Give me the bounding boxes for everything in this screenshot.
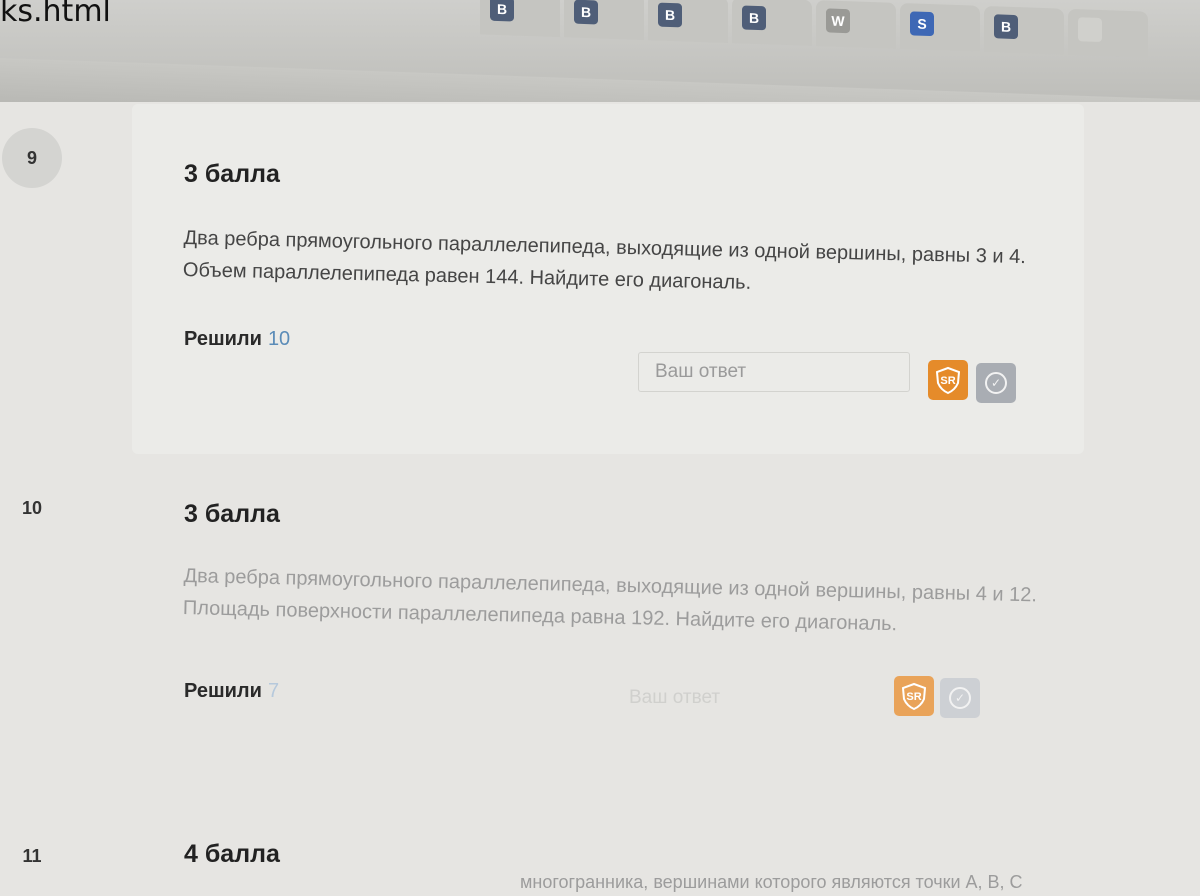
browser-tab[interactable]: W	[816, 0, 896, 49]
browser-tab[interactable]: B	[732, 0, 812, 46]
answer-input[interactable]	[638, 352, 910, 392]
task-number: 11	[22, 845, 42, 866]
task-number: 9	[2, 128, 62, 188]
browser-tab[interactable]: B	[480, 0, 560, 38]
check-icon: ✓	[985, 372, 1007, 394]
sr-shield-icon: SR	[901, 682, 927, 711]
tab-strip: B B B B W S B	[480, 0, 1148, 70]
solved-count: 10	[267, 328, 291, 350]
check-icon: ✓	[949, 687, 971, 709]
vk-tab-icon: B	[490, 0, 514, 22]
sr-button[interactable]: SR	[928, 360, 968, 400]
browser-chrome: ks.html B B B B W S B	[0, 0, 1200, 148]
vk-tab-icon: B	[658, 2, 682, 28]
browser-tab[interactable]: B	[564, 0, 644, 41]
vk-tab-icon: B	[742, 5, 766, 31]
solved-label: Решили	[184, 328, 262, 350]
solved-info: Решили 10	[184, 328, 290, 351]
solved-info: Решили 7	[184, 680, 279, 703]
new-tab[interactable]	[1068, 8, 1148, 58]
sr-shield-icon: SR	[935, 366, 961, 395]
task-question-partial: многогранника, вершинами которого являют…	[520, 872, 1023, 892]
sr-button[interactable]: SR	[894, 676, 934, 716]
wikipedia-tab-icon: W	[826, 8, 850, 34]
task-points: 4 балла	[184, 840, 280, 868]
url-text[interactable]: ks.html	[0, 0, 111, 29]
skype-tab-icon: S	[910, 11, 934, 37]
blank-tab-icon	[1078, 17, 1102, 43]
vk-tab-icon: B	[994, 14, 1018, 40]
browser-tab[interactable]: B	[984, 5, 1064, 55]
browser-tab[interactable]: S	[900, 3, 980, 52]
task-points: 3 балла	[184, 160, 280, 188]
task-number: 10	[21, 497, 43, 518]
sr-label: SR	[906, 691, 921, 703]
task-points: 3 балла	[184, 500, 280, 528]
solved-label: Решили	[184, 680, 262, 702]
vk-tab-icon: B	[574, 0, 598, 25]
check-answer-button[interactable]: ✓	[976, 363, 1016, 403]
check-answer-button[interactable]: ✓	[940, 678, 980, 718]
browser-tab[interactable]: B	[648, 0, 728, 43]
sr-label: SR	[940, 375, 955, 387]
answer-input[interactable]	[612, 678, 884, 718]
solved-count: 7	[267, 680, 280, 702]
